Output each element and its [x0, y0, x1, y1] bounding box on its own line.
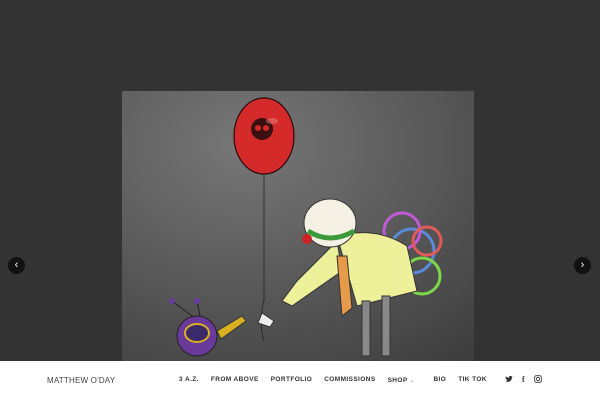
- chevron-down-icon: ⌄: [409, 377, 416, 384]
- menu-item-commissions[interactable]: COMMISSIONS: [324, 376, 375, 384]
- menu-item-bio[interactable]: BIO: [433, 376, 446, 384]
- next-slide-button[interactable]: ›: [574, 257, 591, 274]
- menu-item-tiktok[interactable]: TIK TOK: [458, 376, 487, 384]
- site-footer-nav: MATTHEW O'DAY 3 A.Z. FROM ABOVE PORTFOLI…: [0, 361, 600, 400]
- artwork-image: [122, 91, 474, 361]
- previous-slide-button[interactable]: ‹: [8, 257, 25, 274]
- social-links: f: [505, 375, 542, 385]
- instagram-icon[interactable]: [533, 375, 542, 385]
- gallery-slider: ‹ ›: [0, 0, 600, 361]
- chevron-left-icon: ‹: [14, 259, 19, 271]
- menu-item-shop-label: SHOP: [387, 377, 408, 384]
- site-brand-link[interactable]: MATTHEW O'DAY: [47, 376, 115, 385]
- chevron-right-icon: ›: [580, 259, 585, 271]
- menu-item-portfolio[interactable]: PORTFOLIO: [271, 376, 313, 384]
- menu-item-from-above[interactable]: FROM ABOVE: [211, 376, 259, 384]
- menu-item-shop[interactable]: SHOP ⌄: [388, 376, 428, 384]
- main-menu: 3 A.Z. FROM ABOVE PORTFOLIO COMMISSIONS …: [179, 376, 499, 384]
- facebook-icon[interactable]: f: [522, 375, 525, 385]
- twitter-icon[interactable]: [505, 375, 513, 385]
- menu-item-3az[interactable]: 3 A.Z.: [179, 376, 199, 384]
